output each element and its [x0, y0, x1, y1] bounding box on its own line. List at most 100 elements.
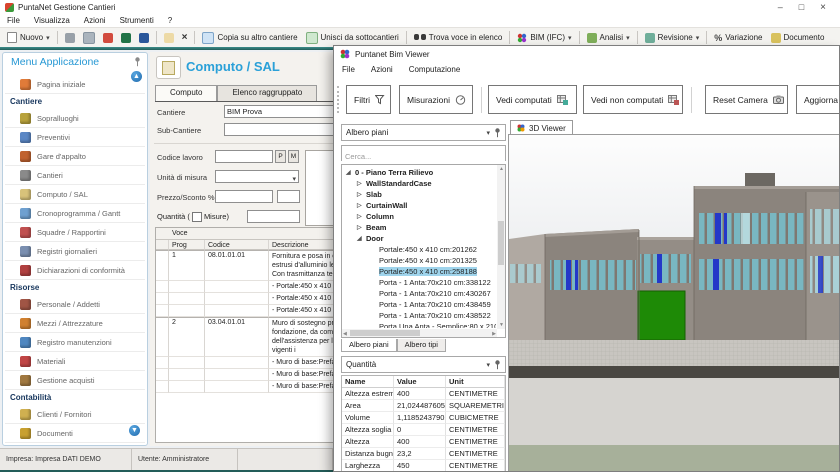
table-row[interactable]: Altezza 400 CENTIMETRE [342, 436, 505, 448]
tree-item[interactable]: CurtainWall [343, 200, 496, 211]
bim-ifc-button[interactable]: BIM (IFC) [513, 31, 575, 45]
tree-item[interactable]: Beam [343, 222, 496, 233]
dialog-title-bar[interactable]: Puntanet Bim Viewer [334, 46, 839, 62]
tree-item[interactable]: 0 - Piano Terra Rilievo [343, 167, 496, 178]
tab-computo[interactable]: Computo [155, 85, 217, 101]
maximize-icon[interactable] [799, 2, 804, 13]
dropdown-icon[interactable] [46, 33, 50, 42]
tab-3d-viewer[interactable]: 3D Viewer [510, 120, 573, 135]
sidebar-item[interactable]: Gestione acquisti [5, 371, 145, 390]
p-button[interactable]: P [275, 150, 286, 163]
sidebar-item[interactable]: Dichiarazioni di conformità [5, 261, 145, 280]
3d-viewport[interactable] [508, 134, 839, 471]
tree-item[interactable]: Porta - 1 Anta:70x210 cm:338122 [343, 277, 496, 288]
menu-item[interactable]: Visualizza [27, 16, 77, 25]
tree-item[interactable]: Porta Una Anta - Semplice:80 x 210 [343, 321, 496, 328]
tree-expander-icon[interactable] [357, 191, 364, 198]
quantita-input[interactable] [247, 210, 300, 223]
codice-lavoro-input[interactable] [215, 150, 273, 163]
menu-item[interactable]: Strumenti [113, 16, 161, 25]
chevron-down-icon[interactable] [486, 360, 490, 369]
analisi-button[interactable]: Analisi [583, 31, 634, 45]
tree-expander-icon[interactable] [357, 224, 364, 231]
tree-item[interactable]: Portale:450 x 410 cm:258188 [343, 266, 496, 277]
table-row[interactable]: Volume 1,11852437901 CUBICMETRE [342, 412, 505, 424]
scrollbar-thumb[interactable] [350, 330, 420, 336]
sidebar-item[interactable]: Mezzi / Attrezzature [5, 314, 145, 333]
tree-item[interactable]: Porta - 1 Anta:70x210 cm:438522 [343, 310, 496, 321]
tree-expander-icon[interactable] [357, 202, 364, 209]
sidebar-item[interactable]: Clienti / Fornitori [5, 405, 145, 424]
row-selector[interactable] [156, 369, 169, 381]
export-word-button[interactable] [135, 31, 153, 45]
menu-item[interactable]: Computazione [401, 65, 469, 74]
menu-item[interactable]: Azioni [363, 65, 401, 74]
tab-albero-tipi[interactable]: Albero tipi [397, 339, 446, 352]
sidebar-item[interactable]: Sopralluoghi [5, 109, 145, 128]
scroll-right-arrow-icon[interactable]: ▶ [492, 330, 496, 338]
sidebar-item[interactable]: Computo / SAL [5, 185, 145, 204]
pin-icon[interactable] [494, 360, 501, 370]
sidebar-item[interactable]: Cantieri [5, 166, 145, 185]
search-input[interactable] [342, 150, 505, 164]
tree-item[interactable]: Portale:450 x 410 cm:201262 [343, 244, 496, 255]
filtri-button[interactable]: Filtri [346, 85, 391, 114]
chevron-down-icon[interactable] [486, 128, 490, 137]
sidebar-item[interactable]: Materiali [5, 352, 145, 371]
sidebar-item[interactable]: Preventivi [5, 128, 145, 147]
scroll-left-arrow-icon[interactable]: ◀ [343, 330, 347, 338]
tree-expander-icon[interactable] [357, 235, 364, 242]
misure-checkbox[interactable] [192, 212, 202, 222]
tree-expander-icon[interactable] [346, 169, 353, 176]
sidebar-item[interactable]: Cantiere [5, 94, 145, 109]
prezzo-input[interactable] [215, 190, 273, 203]
tree-expander-icon[interactable] [357, 213, 364, 220]
row-selector[interactable] [156, 357, 169, 369]
copia-cantiere-button[interactable]: Copia su altro cantiere [198, 30, 301, 46]
menu-item[interactable]: ? [161, 16, 179, 25]
sidebar-item[interactable]: Documenti [5, 424, 145, 443]
dropdown-icon[interactable] [626, 33, 630, 42]
pin-icon[interactable] [494, 128, 501, 138]
row-selector[interactable] [156, 281, 169, 293]
sidebar-item[interactable]: Squadre / Rapportini [5, 223, 145, 242]
table-row[interactable]: Larghezza 450 CENTIMETRE [342, 460, 505, 472]
sidebar-item[interactable]: Registro manutenzioni [5, 333, 145, 352]
tree-expander-icon[interactable] [357, 180, 364, 187]
nuovo-button[interactable]: Nuovo [3, 30, 54, 45]
tree-item[interactable]: Portale:450 x 410 cm:201325 [343, 255, 496, 266]
sconto-input[interactable] [277, 190, 300, 203]
row-selector[interactable] [156, 317, 169, 357]
menu-item[interactable]: Azioni [77, 16, 113, 25]
tree-item[interactable]: Porta - 1 Anta:70x210 cm:438459 [343, 299, 496, 310]
toolbar-grip[interactable] [337, 86, 339, 113]
close-icon[interactable] [820, 2, 826, 13]
open-button[interactable] [160, 31, 178, 45]
tree-item[interactable]: Slab [343, 189, 496, 200]
reset-camera-button[interactable]: Reset Camera [705, 85, 788, 114]
horizontal-scrollbar[interactable]: ◀ ▶ [342, 329, 497, 337]
row-selector[interactable] [156, 293, 169, 305]
tree-item[interactable]: WallStandardCase [343, 178, 496, 189]
pin-icon[interactable] [134, 57, 141, 67]
quantita-header[interactable]: Quantità [341, 356, 506, 373]
misurazioni-button[interactable]: Misurazioni [399, 85, 473, 114]
menu-item[interactable]: File [0, 16, 27, 25]
row-selector[interactable] [156, 250, 169, 281]
revisione-button[interactable]: Revisione [641, 31, 704, 45]
sidebar-item[interactable]: Risorse [5, 280, 145, 295]
documento-button[interactable]: Documento [767, 31, 829, 45]
print-preview-button[interactable] [79, 30, 99, 46]
row-selector[interactable] [156, 381, 169, 393]
menu-item[interactable]: File [334, 65, 363, 74]
tree-item[interactable]: Porta - 1 Anta:70x210 cm:430267 [343, 288, 496, 299]
dropdown-icon[interactable] [696, 33, 700, 42]
export-excel-button[interactable] [117, 31, 135, 45]
table-row[interactable]: Altezza estrem 400 CENTIMETRE [342, 388, 505, 400]
sidebar-item[interactable]: Cronoprogramma / Gantt [5, 204, 145, 223]
aggiorna-button[interactable]: Aggiorna [796, 85, 840, 114]
tab-albero-piani[interactable]: Albero piani [341, 339, 397, 352]
tree-item[interactable]: Door [343, 233, 496, 244]
tab-elenco-raggruppato[interactable]: Elenco raggruppato [217, 85, 317, 101]
scrollbar-thumb[interactable] [498, 221, 504, 265]
